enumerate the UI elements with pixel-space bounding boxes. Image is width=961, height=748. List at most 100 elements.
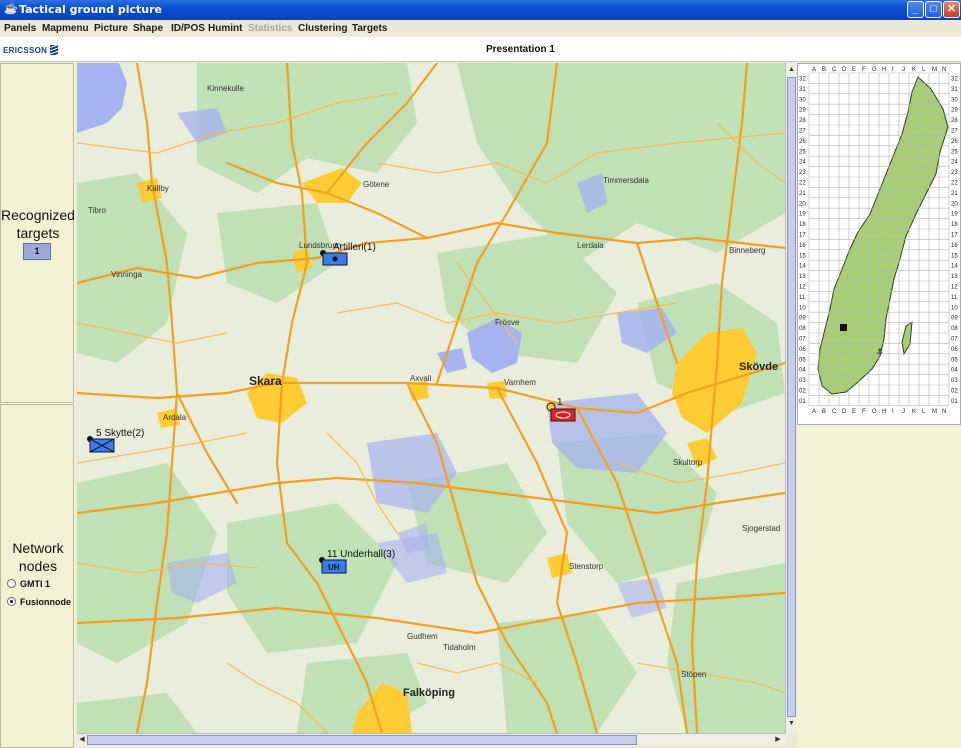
grid-col-label: F — [862, 67, 866, 73]
menu-shape[interactable]: Shape — [133, 23, 163, 34]
menu-picture[interactable]: Picture — [94, 23, 128, 34]
grid-col-label: J — [902, 67, 905, 73]
grid-row-label: 20 — [799, 201, 806, 207]
grid-row-label: 18 — [799, 222, 806, 228]
grid-row-label-right: 31 — [951, 87, 958, 93]
grid-row-label-right: 10 — [951, 305, 958, 311]
recognized-targets-panel: Recognized targets 1 — [0, 63, 75, 403]
horizontal-scroll-thumb[interactable] — [87, 735, 637, 745]
window-titlebar[interactable]: ☕ Tactical ground picture _ □ ✕ — [0, 0, 961, 20]
map-vertical-scrollbar[interactable]: ▲ ▼ — [785, 63, 797, 733]
overview-map[interactable]: A A B B C C D D E E F F G G H H I I J J K K L L M M N N 32 32 31 31 30 30… — [797, 63, 961, 425]
grid-row-label: 05 — [799, 357, 806, 363]
grid-row-label-right: 14 — [951, 264, 958, 270]
grid-col-label: A — [812, 409, 816, 415]
tactical-map[interactable]: Skara Skövde Falköping Götene Lundsbrunn… — [77, 63, 785, 733]
grid-col-label: K — [912, 409, 916, 415]
menu-mapmenu[interactable]: Mapmenu — [42, 23, 89, 34]
radio-button-selected[interactable] — [7, 597, 16, 606]
grid-row-label-right: 01 — [951, 399, 958, 405]
menu-statistics: Statistics — [248, 23, 293, 34]
svg-text:Kinnekulle: Kinnekulle — [207, 84, 244, 93]
scroll-right-arrow[interactable]: ▶ — [773, 735, 783, 745]
app-icon: ☕ — [4, 3, 18, 15]
svg-text:11 Underhall(3): 11 Underhall(3) — [327, 549, 395, 560]
grid-row-label-right: 25 — [951, 149, 958, 155]
svg-text:Tidaholm: Tidaholm — [443, 643, 476, 652]
svg-text:Frösve: Frösve — [495, 318, 520, 327]
grid-row-label: 22 — [799, 181, 806, 187]
svg-text:1: 1 — [557, 397, 563, 408]
recognized-count-button[interactable]: 1 — [23, 243, 51, 260]
grid-col-label: H — [882, 67, 886, 73]
grid-col-label: L — [922, 67, 926, 73]
grid-col-label: C — [832, 67, 837, 73]
grid-col-label: N — [942, 67, 946, 73]
menu-targets[interactable]: Targets — [352, 23, 387, 34]
map-horizontal-scrollbar[interactable]: ◀ ▶ — [77, 733, 785, 746]
radio-button[interactable] — [7, 579, 16, 588]
menu-humint[interactable]: Humint — [208, 23, 242, 34]
svg-text:Varnhem: Varnhem — [504, 378, 536, 387]
grid-row-label: 23 — [799, 170, 806, 176]
svg-text:Gudhem: Gudhem — [407, 632, 438, 641]
minimize-button[interactable]: _ — [907, 1, 924, 18]
menu-clustering[interactable]: Clustering — [298, 23, 347, 34]
grid-row-label: 06 — [799, 347, 806, 353]
menu-panels[interactable]: Panels — [4, 23, 36, 34]
grid-row-label: 21 — [799, 191, 806, 197]
grid-col-label: I — [892, 67, 894, 73]
grid-row-label-right: 30 — [951, 97, 958, 103]
svg-text:Timmersdala: Timmersdala — [603, 176, 649, 185]
grid-col-label: E — [852, 67, 856, 73]
grid-row-label: 10 — [799, 305, 806, 311]
grid-col-label: D — [842, 67, 847, 73]
svg-text:Sjogerstad: Sjogerstad — [742, 524, 780, 533]
grid-col-label: I — [892, 409, 894, 415]
grid-row-label-right: 08 — [951, 326, 958, 332]
grid-row-label-right: 06 — [951, 347, 958, 353]
grid-col-label: L — [922, 409, 926, 415]
window-title: Tactical ground picture — [19, 3, 162, 16]
grid-row-label: 08 — [799, 326, 806, 332]
grid-row-label-right: 17 — [951, 233, 958, 239]
svg-text:Tibro: Tibro — [88, 206, 106, 215]
grid-row-label: 17 — [799, 233, 806, 239]
grid-row-label-right: 18 — [951, 222, 958, 228]
grid-row-label-right: 29 — [951, 108, 958, 114]
close-button[interactable]: ✕ — [943, 1, 960, 18]
node-fusionnode-radio[interactable]: Fusionnode — [7, 597, 71, 607]
grid-row-label: 28 — [799, 118, 806, 124]
grid-row-label-right: 12 — [951, 285, 958, 291]
scroll-down-arrow[interactable]: ▼ — [787, 719, 796, 729]
scroll-up-arrow[interactable]: ▲ — [787, 65, 796, 75]
grid-row-label: 09 — [799, 316, 806, 322]
svg-text:Götene: Götene — [363, 180, 390, 189]
grid-col-label: M — [932, 409, 937, 415]
grid-row-label: 11 — [799, 295, 806, 301]
svg-text:Stenstorp: Stenstorp — [569, 562, 604, 571]
node-gmti-radio[interactable]: GMTI 1 — [7, 579, 50, 589]
grid-col-label: J — [902, 409, 905, 415]
grid-col-label: B — [822, 409, 826, 415]
overview-grid-canvas[interactable]: AABBCCDDEEFFGGHHIIJJKKLLMMNN32 3231 3130 30… — [798, 64, 960, 424]
recognized-label-line2: targets — [16, 225, 60, 241]
grid-row-label: 13 — [799, 274, 806, 280]
vertical-scroll-thumb[interactable] — [787, 77, 796, 717]
svg-text:Skara: Skara — [249, 374, 282, 388]
grid-col-label: N — [942, 409, 946, 415]
grid-row-label-right: 16 — [951, 243, 958, 249]
maximize-button[interactable]: □ — [925, 1, 942, 18]
presentation-title: Presentation 1 — [486, 44, 555, 55]
scroll-left-arrow[interactable]: ◀ — [77, 735, 87, 745]
grid-row-label: 15 — [799, 253, 806, 259]
grid-row-label: 32 — [799, 77, 806, 83]
grid-row-label-right: 07 — [951, 337, 958, 343]
grid-row-label: 14 — [799, 264, 806, 270]
grid-col-label: A — [812, 67, 816, 73]
grid-col-label: G — [872, 409, 877, 415]
map-canvas[interactable]: Skara Skövde Falköping Götene Lundsbrunn… — [77, 63, 785, 733]
grid-row-label-right: 02 — [951, 389, 958, 395]
svg-text:Lerdala: Lerdala — [577, 241, 604, 250]
menu-idpos[interactable]: ID/POS — [171, 23, 205, 34]
